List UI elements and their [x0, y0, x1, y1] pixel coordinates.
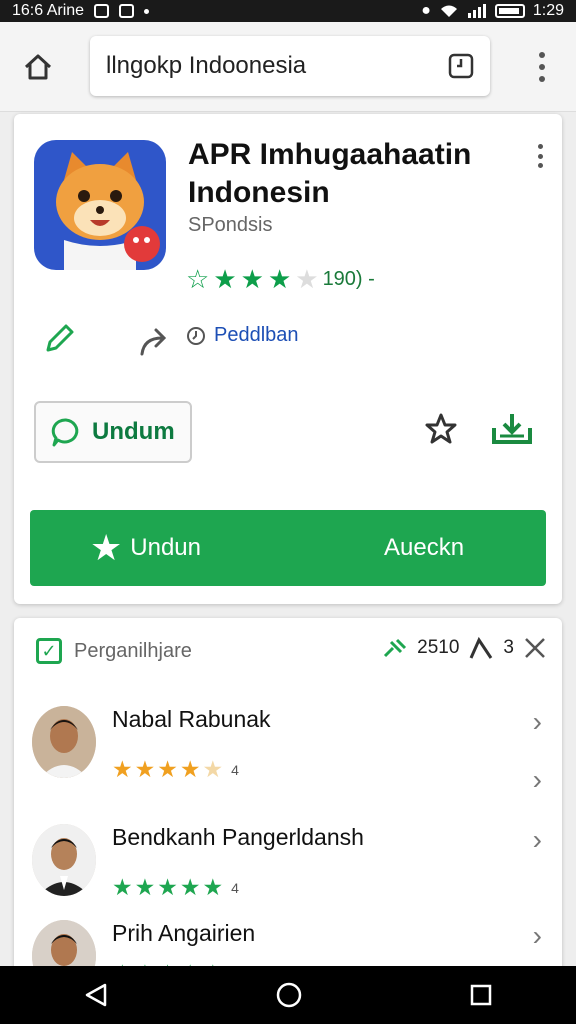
- app-rating: ☆ ★ ★ ★ ★ 190) -: [186, 266, 375, 292]
- browser-toolbar: llngokp Indoonesia: [0, 22, 576, 112]
- review-stars: ★ ★ ★ ★ ★ 4: [112, 756, 239, 783]
- star-icon: ★: [134, 756, 156, 782]
- notification-icon: [94, 4, 110, 18]
- aueckn-button[interactable]: Aueckn: [384, 534, 464, 562]
- star-icon: ★: [112, 756, 133, 782]
- reviewer-name: Prih Angairien: [112, 920, 256, 946]
- secondary-link[interactable]: Peddlban: [186, 324, 299, 347]
- url-text: llngokp Indoonesia: [106, 52, 307, 79]
- chat-icon: [51, 418, 79, 447]
- star-icon: ★: [267, 264, 292, 294]
- review-meta: 4: [231, 879, 239, 896]
- checkbox-icon[interactable]: ✓: [36, 638, 62, 664]
- star-empty-icon: ★: [295, 264, 319, 294]
- app-details-card: APR Imhugaahaatin Indonesin SPondsis ☆ ★…: [14, 114, 562, 604]
- home-nav-icon[interactable]: [275, 981, 303, 1009]
- browser-menu-button[interactable]: [532, 52, 552, 82]
- undun-button-label: Undun: [130, 534, 202, 561]
- home-icon: [24, 54, 52, 79]
- review-item[interactable]: Nabal Rabunak ★ ★ ★ ★ ★ 4 › ›: [32, 706, 542, 806]
- review-item[interactable]: Prih Angairien ★ ★ ★ ★ ★ ›: [32, 920, 542, 966]
- undun-button[interactable]: ★ Undun: [90, 530, 201, 566]
- star-icon: ★: [213, 264, 237, 294]
- star-icon: ★: [179, 756, 201, 782]
- reviews-misc: 3: [503, 637, 514, 658]
- undum-button[interactable]: Undum: [34, 401, 192, 463]
- avatar: [32, 706, 96, 778]
- star-icon: ★: [157, 756, 178, 782]
- star-icon: ★: [202, 874, 224, 900]
- aueckn-button-label: Aueckn: [384, 534, 465, 561]
- review-item[interactable]: Bendkanh Pangerldansh ★ ★ ★ ★ ★ 4 ›: [32, 824, 542, 924]
- close-icon[interactable]: [524, 637, 546, 659]
- star-icon: ★: [112, 874, 133, 900]
- reviews-count: 2510: [417, 637, 460, 658]
- star-empty-icon: ★: [202, 756, 224, 782]
- chevron-right-icon[interactable]: ›: [533, 824, 542, 856]
- signal-icon: [467, 4, 486, 18]
- wifi-icon: [440, 5, 457, 17]
- app-title: APR Imhugaahaatin Indonesin: [188, 138, 472, 209]
- primary-action-bar: ★ Undun Aueckn: [30, 510, 546, 586]
- status-time-left: 16:6 Arine: [12, 2, 85, 19]
- secondary-link-label: Peddlban: [214, 324, 299, 346]
- review-stars: ★ ★ ★ ★ ★ 4: [112, 874, 239, 901]
- avatar: [32, 920, 96, 966]
- battery-icon: [494, 4, 525, 18]
- search-icon[interactable]: [469, 636, 493, 660]
- star-icon: ★: [179, 874, 201, 900]
- rating-count: 190) -: [322, 267, 375, 290]
- app-notification-icon: [119, 4, 135, 18]
- tabs-icon[interactable]: [448, 53, 474, 79]
- review-meta: 4: [231, 761, 239, 778]
- recents-icon[interactable]: [469, 983, 493, 1007]
- more-notifications-icon: [144, 8, 150, 14]
- reviewer-name: Bendkanh Pangerldansh: [112, 824, 364, 850]
- chevron-right-icon[interactable]: ›: [533, 764, 542, 796]
- avatar: [32, 824, 96, 896]
- status-bar: 16:6 Arine ● 1:29: [0, 0, 576, 22]
- alarm-icon: ●: [421, 2, 431, 19]
- home-button[interactable]: [8, 37, 68, 97]
- system-nav-bar: [0, 966, 576, 1024]
- app-overflow-menu[interactable]: [536, 144, 544, 168]
- reviews-title: Perganilhjare: [74, 639, 192, 662]
- reviewer-name: Nabal Rabunak: [112, 706, 271, 732]
- reviews-header: ✓ Perganilhjare 2510 3: [36, 636, 546, 666]
- back-icon[interactable]: [83, 982, 109, 1008]
- chevron-right-icon[interactable]: ›: [533, 706, 542, 738]
- status-time-right: 1:29: [532, 2, 564, 19]
- chevron-right-icon[interactable]: ›: [533, 920, 542, 952]
- star-icon: ★: [157, 874, 178, 900]
- star-icon: ★: [134, 874, 156, 900]
- clock-icon: [187, 326, 205, 345]
- edit-icon[interactable]: [42, 322, 76, 356]
- share-icon[interactable]: [138, 326, 172, 356]
- install-download-icon[interactable]: [490, 410, 534, 446]
- address-bar[interactable]: llngokp Indoonesia: [90, 36, 490, 96]
- star-outline-icon: ☆: [186, 264, 210, 294]
- reviews-card: ✓ Perganilhjare 2510 3 Nabal Rabunak ★ ★…: [14, 618, 562, 978]
- app-icon[interactable]: [34, 140, 166, 270]
- star-icon: ★: [90, 527, 123, 568]
- app-developer[interactable]: SPondsis: [188, 214, 273, 237]
- pin-icon[interactable]: [383, 638, 407, 658]
- wishlist-star-icon[interactable]: [424, 412, 458, 446]
- star-icon: ★: [240, 264, 264, 294]
- undum-button-label: Undum: [92, 418, 175, 445]
